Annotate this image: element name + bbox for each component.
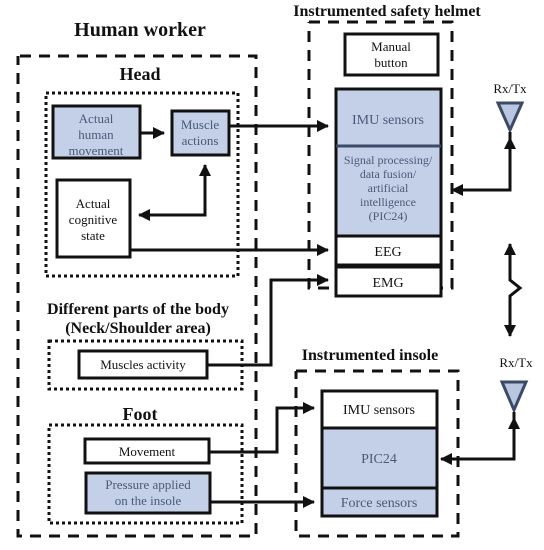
head-title: Head bbox=[119, 64, 160, 84]
helmet-antenna-label: Rx/Tx bbox=[493, 81, 527, 96]
block-text-line: intelligence bbox=[360, 195, 416, 209]
block-text-line: Pressure applied bbox=[105, 477, 191, 492]
block-actual-cognitive-state: Actual cognitive state bbox=[55, 178, 132, 259]
helmet-stack: IMU sensors Signal processing/ data fusi… bbox=[334, 87, 443, 298]
body-parts-title-line1: Different parts of the body bbox=[47, 301, 229, 318]
helmet-title: Instrumented safety helmet bbox=[293, 3, 481, 20]
block-text-line: Muscle bbox=[181, 117, 220, 132]
block-text-line: human bbox=[78, 127, 114, 142]
helmet-emg: EMG bbox=[372, 276, 403, 291]
block-text-line: button bbox=[374, 55, 408, 70]
block-text-line: Manual bbox=[371, 39, 411, 54]
arrow-foot-movement-to-insole-imu bbox=[209, 402, 315, 454]
block-text-line: artificial bbox=[368, 181, 409, 195]
insole-antenna-icon bbox=[499, 380, 529, 414]
insole-stack: IMU sensors PIC24 Force sensors bbox=[320, 389, 439, 518]
block-text-line: Muscles activity bbox=[100, 357, 186, 372]
insole-pic24: PIC24 bbox=[361, 452, 397, 467]
block-text-line: data fusion/ bbox=[360, 167, 417, 181]
arrow-antenna-to-helmet bbox=[451, 132, 512, 196]
system-diagram: Human worker Head Actual human movement … bbox=[16, 3, 533, 538]
body-parts-title-line2: (Neck/Shoulder area) bbox=[65, 320, 211, 337]
wireless-link bbox=[508, 262, 523, 320]
block-text-line: cognitive bbox=[69, 212, 118, 227]
block-actual-human-movement: Actual human movement bbox=[51, 104, 142, 160]
block-pressure-applied: Pressure applied on the insole bbox=[84, 471, 212, 515]
block-muscles-activity: Muscles activity bbox=[77, 349, 209, 380]
insole-antenna-label: Rx/Tx bbox=[499, 355, 533, 370]
block-text-line: Actual bbox=[76, 196, 111, 211]
block-foot-movement: Movement bbox=[83, 437, 211, 465]
insole-imu-sensors: IMU sensors bbox=[343, 403, 415, 418]
helmet-imu-sensors: IMU sensors bbox=[352, 113, 424, 128]
helmet-antenna-icon bbox=[495, 101, 525, 134]
arrow-antenna-to-insole bbox=[440, 412, 516, 465]
block-muscle-actions: Muscle actions bbox=[170, 109, 231, 157]
insole-force-sensors: Force sensors bbox=[341, 496, 418, 511]
human-worker-title: Human worker bbox=[74, 19, 206, 41]
block-text-line: Signal processing/ bbox=[344, 153, 433, 167]
arrow-cognitive-to-muscle bbox=[139, 164, 211, 217]
block-text-line: movement bbox=[69, 143, 124, 158]
block-text-line: Actual bbox=[79, 111, 114, 126]
block-text-line: Movement bbox=[119, 444, 176, 459]
block-text-line: actions bbox=[182, 133, 219, 148]
block-text-line: state bbox=[81, 228, 105, 243]
block-manual-button: Manual button bbox=[343, 32, 440, 77]
block-text-line: on the insole bbox=[115, 493, 182, 508]
block-text-line: (PIC24) bbox=[369, 209, 408, 223]
insole-title: Instrumented insole bbox=[302, 347, 438, 364]
helmet-eeg: EEG bbox=[374, 245, 401, 260]
foot-title: Foot bbox=[123, 404, 158, 424]
